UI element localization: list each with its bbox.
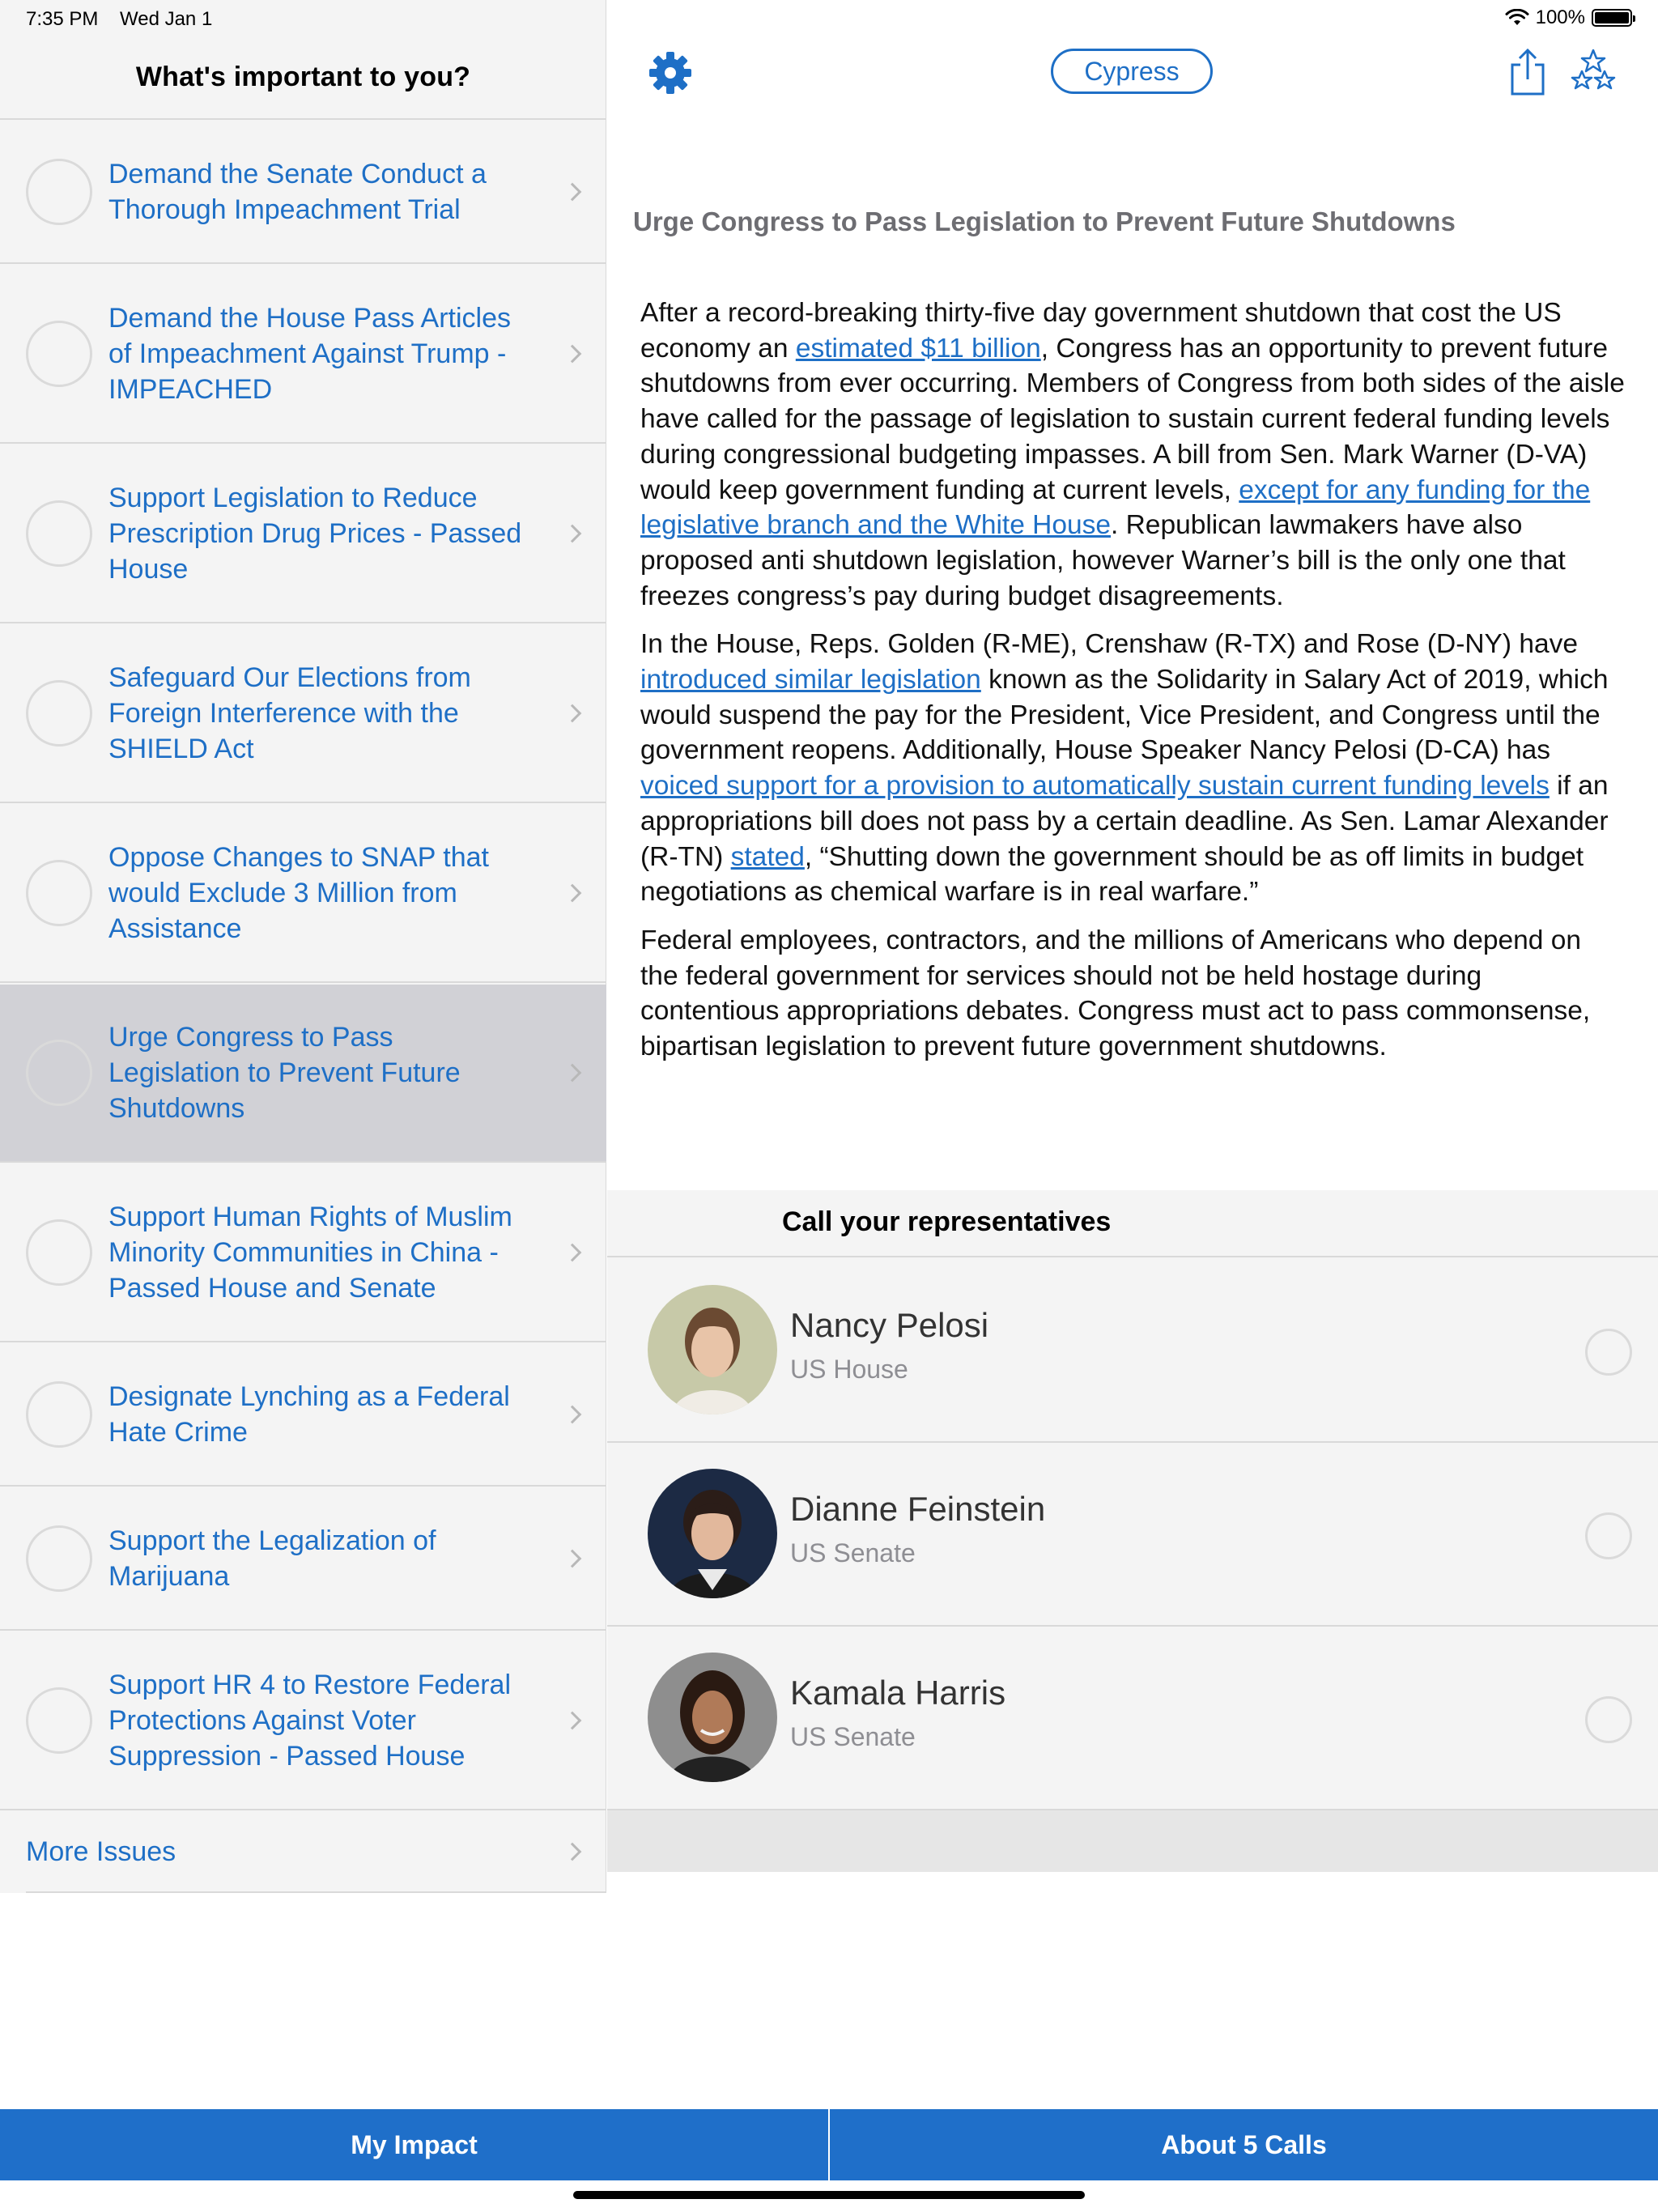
location-button[interactable]: Cypress [1051, 49, 1213, 94]
about-button[interactable]: About 5 Calls [828, 2109, 1658, 2180]
rep-name: Dianne Feinstein [790, 1490, 1046, 1528]
rep-name: Kamala Harris [790, 1674, 1006, 1712]
rep-row[interactable]: Kamala Harris US Senate [607, 1627, 1658, 1810]
issue-label: Support Human Rights of Muslim Minority … [108, 1202, 512, 1304]
divider [26, 1891, 606, 1893]
issue-row[interactable]: Safeguard Our Elections from Foreign Int… [0, 625, 606, 803]
status-time: 7:35 PM [26, 8, 99, 30]
issue-label: Demand the House Pass Articles of Impeac… [108, 303, 512, 405]
issue-row[interactable]: Oppose Changes to SNAP that would Exclud… [0, 805, 606, 983]
issue-row-selected[interactable]: Urge Congress to Pass Legislation to Pre… [0, 985, 606, 1163]
chevron-right-icon [563, 524, 582, 543]
issue-status-circle [26, 1040, 92, 1106]
issue-label: Urge Congress to Pass Legislation to Pre… [108, 1022, 461, 1124]
rep-name: Nancy Pelosi [790, 1306, 989, 1344]
issue-label: Designate Lynching as a Federal Hate Cri… [108, 1381, 510, 1448]
gear-icon[interactable] [646, 49, 695, 97]
rep-status-circle [1585, 1696, 1632, 1743]
text: In the House, Reps. Golden (R-ME), Crens… [640, 629, 1579, 660]
rep-office: US Senate [790, 1538, 916, 1568]
issue-status-circle [26, 860, 92, 926]
issue-row[interactable]: Support HR 4 to Restore Federal Protecti… [0, 1632, 606, 1810]
source-link[interactable]: estimated $11 billion [796, 334, 1041, 364]
stars-icon[interactable] [1569, 47, 1618, 96]
issue-status-circle [26, 1525, 92, 1592]
rep-row[interactable]: Nancy Pelosi US House [607, 1259, 1658, 1443]
more-issues-row[interactable]: More Issues [0, 1810, 606, 1893]
issue-status-circle [26, 1381, 92, 1448]
issue-row[interactable]: Support Human Rights of Muslim Minority … [0, 1164, 606, 1342]
chevron-right-icon [563, 1405, 582, 1424]
issue-row[interactable]: Designate Lynching as a Federal Hate Cri… [0, 1344, 606, 1487]
my-impact-button[interactable]: My Impact [0, 2109, 828, 2180]
representatives-header: Call your representatives [607, 1190, 1658, 1257]
issue-status-circle [26, 1687, 92, 1754]
chevron-right-icon [563, 1842, 582, 1861]
issue-status-circle [26, 1219, 92, 1286]
issue-row[interactable]: Support the Legalization of Marijuana [0, 1488, 606, 1631]
location-label: Cypress [1084, 56, 1180, 86]
chevron-right-icon [563, 344, 582, 364]
source-link[interactable]: introduced similar legislation [640, 665, 981, 695]
issue-label: Support Legislation to Reduce Prescripti… [108, 483, 522, 585]
source-link[interactable]: stated [731, 842, 805, 872]
issue-status-circle [26, 500, 92, 567]
rep-status-circle [1585, 1512, 1632, 1559]
sidebar-empty-area [0, 1893, 606, 2109]
avatar [648, 1469, 777, 1598]
more-issues-label: More Issues [26, 1836, 176, 1867]
issue-status-circle [26, 680, 92, 747]
issue-row[interactable]: Support Legislation to Reduce Prescripti… [0, 445, 606, 623]
issue-status-circle [26, 159, 92, 225]
bottom-tab-bar: My Impact About 5 Calls [0, 2109, 1658, 2180]
rep-office: US Senate [790, 1722, 916, 1751]
chevron-right-icon [563, 1711, 582, 1730]
issue-label: Demand the Senate Conduct a Thorough Imp… [108, 159, 487, 225]
sidebar-title: What's important to you? [135, 61, 471, 92]
issue-description: After a record-breaking thirty-five day … [640, 296, 1625, 1078]
status-right: 100% [1505, 6, 1635, 29]
rep-status-circle [1585, 1329, 1632, 1376]
issue-label: Support the Legalization of Marijuana [108, 1525, 436, 1592]
issues-sidebar: What's important to you? Demand the Sena… [0, 0, 606, 2109]
chevron-right-icon [563, 1063, 582, 1083]
battery-icon [1592, 9, 1635, 27]
representatives-title: Call your representatives [782, 1206, 1112, 1237]
battery-percent: 100% [1535, 6, 1585, 28]
source-link[interactable]: voiced support for a provision to automa… [640, 771, 1550, 801]
paragraph: In the House, Reps. Golden (R-ME), Crens… [640, 627, 1625, 910]
issue-row[interactable]: Demand the Senate Conduct a Thorough Imp… [0, 121, 606, 264]
issue-status-circle [26, 321, 92, 387]
issue-label: Safeguard Our Elections from Foreign Int… [108, 662, 471, 764]
issue-row[interactable]: Demand the House Pass Articles of Impeac… [0, 266, 606, 444]
chevron-right-icon [563, 883, 582, 903]
home-indicator[interactable] [573, 2191, 1085, 2199]
rep-row[interactable]: Dianne Feinstein US Senate [607, 1443, 1658, 1627]
status-date: Wed Jan 1 [120, 8, 213, 30]
chevron-right-icon [563, 182, 582, 202]
chevron-right-icon [563, 1549, 582, 1568]
status-bar: 7:35 PM Wed Jan 1 100% [0, 0, 1658, 36]
wifi-icon [1505, 9, 1529, 25]
paragraph: Federal employees, contractors, and the … [640, 925, 1591, 1062]
sidebar-header: What's important to you? [0, 36, 606, 120]
share-icon[interactable] [1507, 47, 1548, 97]
avatar [648, 1653, 777, 1782]
paragraph: After a record-breaking thirty-five day … [640, 296, 1625, 614]
rep-office: US House [790, 1355, 908, 1384]
chevron-right-icon [563, 1243, 582, 1262]
issue-title: Urge Congress to Pass Legislation to Pre… [633, 206, 1456, 236]
representatives-section: Call your representatives Nancy Pelosi U… [607, 1190, 1658, 1872]
chevron-right-icon [563, 704, 582, 723]
issue-label: Oppose Changes to SNAP that would Exclud… [108, 842, 490, 944]
avatar [648, 1285, 777, 1414]
representatives-footer [607, 1810, 1658, 1872]
issue-label: Support HR 4 to Restore Federal Protecti… [108, 1670, 512, 1772]
